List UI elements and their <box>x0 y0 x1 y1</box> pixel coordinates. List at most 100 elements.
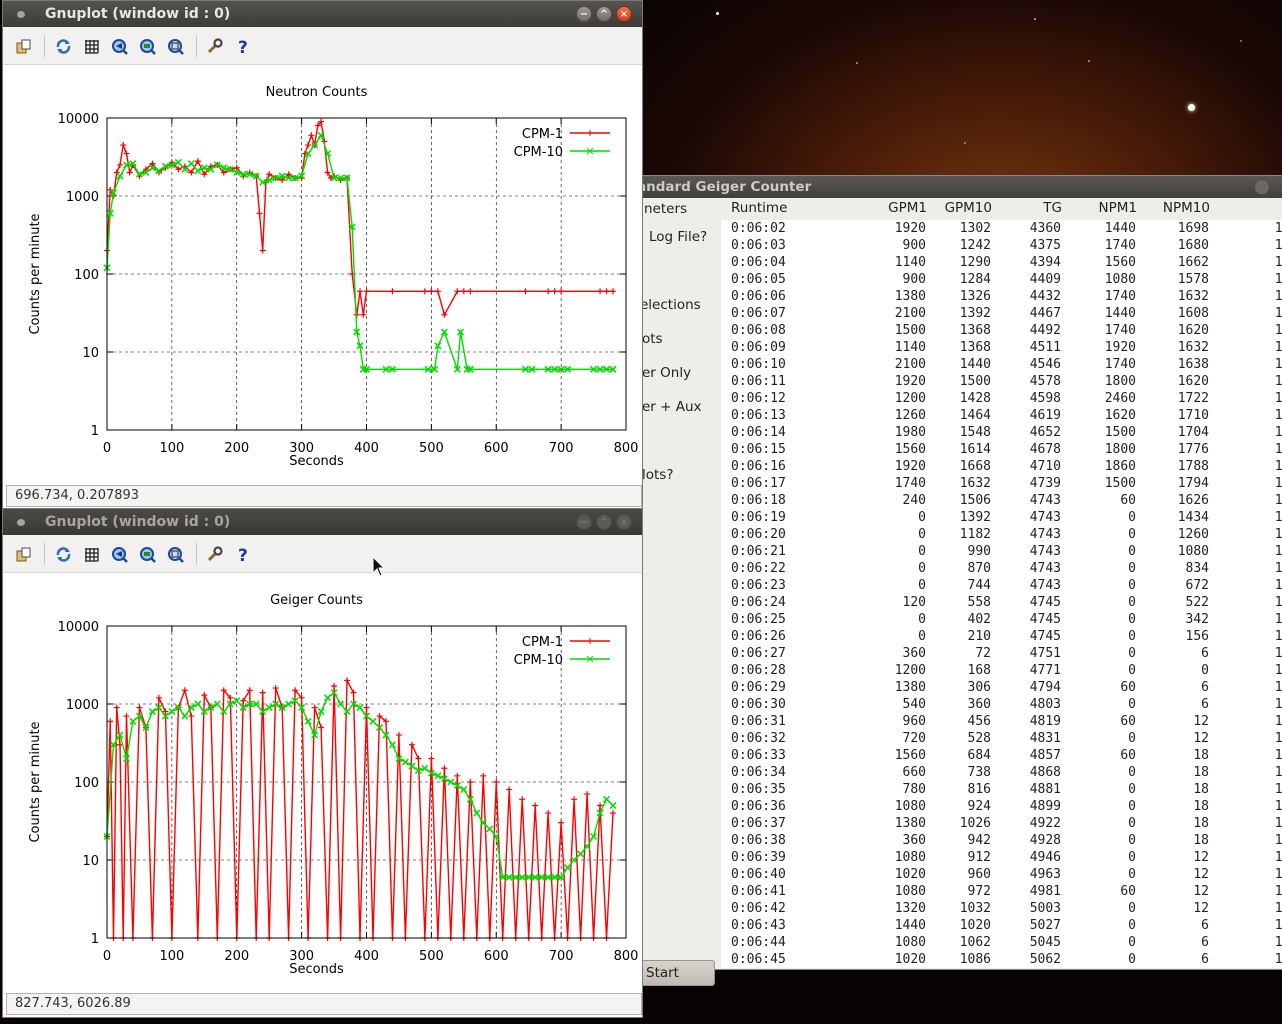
data-point <box>551 288 558 295</box>
table-row[interactable]: 0:06:17 1740 1632 4739 1500 1794 1508 <box>721 476 1282 493</box>
zoom-prev-icon[interactable] <box>111 546 128 563</box>
table-row[interactable]: 0:06:20 0 1182 4743 0 1260 1508 <box>721 527 1282 544</box>
table-row[interactable]: 0:06:28 1200 168 4771 0 0 1508 <box>721 663 1282 680</box>
grid-icon[interactable] <box>83 38 100 55</box>
column-header-gpm1[interactable]: GPM1 <box>888 200 927 216</box>
zoom-prev-icon[interactable] <box>111 38 128 55</box>
window-close-icon[interactable] <box>1254 179 1270 195</box>
help-icon[interactable]: ? <box>234 38 251 55</box>
grid-icon[interactable] <box>83 546 100 563</box>
table-cell: 2100 <box>894 306 926 321</box>
table-row[interactable]: 0:06:05 900 1284 4409 1080 1578 1472 <box>721 272 1282 289</box>
table-row[interactable]: 0:06:03 900 1242 4375 1740 1680 1468 <box>721 238 1282 255</box>
table-row[interactable]: 0:06:43 1440 1020 5027 0 6 1508 <box>721 918 1282 935</box>
geiger-counts-plot[interactable]: 0 100 200 300 400 500 600 700 800 1 10 100 1000 10000… <box>3 573 642 983</box>
table-row[interactable]: 0:06:29 1380 306 4794 60 6 1508 <box>721 680 1282 697</box>
column-header-tg[interactable]: TG <box>1043 200 1062 216</box>
table-row[interactable]: 0:06:35 780 816 4881 0 18 1508 <box>721 782 1282 799</box>
table-row[interactable]: 0:06:21 0 990 4743 0 1080 1508 <box>721 544 1282 561</box>
table-row[interactable]: 0:06:36 1080 924 4899 0 18 1508 <box>721 799 1282 816</box>
window-menu-icon[interactable] <box>17 11 25 18</box>
table-row[interactable]: 0:06:09 1140 1368 4511 1920 1632 1484 <box>721 340 1282 357</box>
table-row[interactable]: 0:06:33 1560 684 4857 60 18 1508 <box>721 748 1282 765</box>
table-row[interactable]: 0:06:45 1020 1086 5062 0 6 1508 <box>721 952 1282 969</box>
table-row[interactable]: 0:06:26 0 210 4745 0 156 1508 <box>721 629 1282 646</box>
table-row[interactable]: 0:06:11 1920 1500 4578 1800 1620 1490 <box>721 374 1282 391</box>
table-row[interactable]: 0:06:14 1980 1548 4652 1500 1704 1499 <box>721 425 1282 442</box>
window-menu-icon[interactable] <box>17 519 25 526</box>
table-cell: 1302 <box>959 221 991 236</box>
option-plots[interactable]: ots <box>642 331 663 347</box>
table-cell: 12 <box>1193 901 1209 916</box>
table-cell: 4739 <box>1029 476 1061 491</box>
table-row[interactable]: 0:06:25 0 402 4745 0 342 1508 <box>721 612 1282 629</box>
maximize-icon[interactable]: ^ <box>596 6 612 22</box>
table-row[interactable]: 0:06:44 1080 1062 5045 0 6 1508 <box>721 935 1282 952</box>
column-header-npm10[interactable]: NPM10 <box>1163 200 1210 216</box>
data-point <box>519 796 526 803</box>
gnuplot-titlebar[interactable]: Gnuplot (window id : 0) − ^ × <box>3 1 642 27</box>
table-row[interactable]: 0:06:32 720 528 4831 0 12 1508 <box>721 731 1282 748</box>
minimize-icon[interactable]: − <box>576 514 592 530</box>
option-show-plots[interactable]: lots? <box>642 467 674 483</box>
copy-clipboard-icon[interactable] <box>15 546 32 563</box>
table-row[interactable]: 0:06:06 1380 1326 4432 1740 1632 1475 <box>721 289 1282 306</box>
replot-icon[interactable] <box>55 546 72 563</box>
table-row[interactable]: 0:06:23 0 744 4743 0 672 1508 <box>721 578 1282 595</box>
table-row[interactable]: 0:06:37 1380 1026 4922 0 18 1508 <box>721 816 1282 833</box>
table-row[interactable]: 0:06:10 2100 1440 4546 1740 1638 1487 <box>721 357 1282 374</box>
options-icon[interactable] <box>206 38 223 55</box>
table-cell: 0 <box>1128 731 1136 746</box>
table-row[interactable]: 0:06:04 1140 1290 4394 1560 1662 1471 <box>721 255 1282 272</box>
start-button[interactable]: Start <box>635 960 715 986</box>
table-cell: 1499 <box>1274 425 1282 440</box>
table-cell: 1290 <box>959 255 991 270</box>
unzoom-icon[interactable] <box>167 546 184 563</box>
close-icon[interactable]: × <box>616 6 632 22</box>
copy-clipboard-icon[interactable] <box>15 38 32 55</box>
option-parameters[interactable]: neters <box>644 201 687 217</box>
table-row[interactable]: 0:06:24 120 558 4745 0 522 1508 <box>721 595 1282 612</box>
option-geiger-only[interactable]: er Only <box>642 365 691 381</box>
table-cell: 1284 <box>959 272 991 287</box>
table-row[interactable]: 0:06:08 1500 1368 4492 1740 1620 1481 <box>721 323 1282 340</box>
table-row[interactable]: 0:06:22 0 870 4743 0 834 1508 <box>721 561 1282 578</box>
table-row[interactable]: 0:06:39 1080 912 4946 0 12 1508 <box>721 850 1282 867</box>
unzoom-icon[interactable] <box>167 38 184 55</box>
table-row[interactable]: 0:06:31 960 456 4819 60 12 1508 <box>721 714 1282 731</box>
geiger-window-titlebar[interactable]: andard Geiger Counter <box>621 176 1282 198</box>
maximize-icon[interactable]: ^ <box>596 514 612 530</box>
table-row[interactable]: 0:06:42 1320 1032 5003 0 12 1508 <box>721 901 1282 918</box>
readings-table[interactable]: 0:06:02 1920 1302 4360 1440 1698 1465 0:06:03 90… <box>721 220 1282 968</box>
options-icon[interactable] <box>206 546 223 563</box>
column-header-runtime[interactable]: Runtime <box>731 200 787 216</box>
table-row[interactable]: 0:06:41 1080 972 4981 60 12 1508 <box>721 884 1282 901</box>
minimize-icon[interactable]: − <box>576 6 592 22</box>
replot-icon[interactable] <box>55 38 72 55</box>
neutron-counts-plot[interactable]: 0 100 200 300 400 500 600 700 800 1 10 100 1000 10000… <box>3 65 642 475</box>
table-row[interactable]: 0:06:02 1920 1302 4360 1440 1698 1465 <box>721 221 1282 238</box>
table-row[interactable]: 0:06:30 540 360 4803 0 6 1508 <box>721 697 1282 714</box>
option-selections[interactable]: elections <box>640 297 701 313</box>
table-row[interactable]: 0:06:40 1020 960 4963 0 12 1508 <box>721 867 1282 884</box>
column-header-gpm10[interactable]: GPM10 <box>945 200 992 216</box>
table-row[interactable]: 0:06:18 240 1506 4743 60 1626 1508 <box>721 493 1282 510</box>
table-row[interactable]: 0:06:16 1920 1668 4710 1860 1788 1505 <box>721 459 1282 476</box>
table-row[interactable]: 0:06:13 1260 1464 4619 1620 1710 1496 <box>721 408 1282 425</box>
help-icon[interactable]: ? <box>234 546 251 563</box>
table-row[interactable]: 0:06:15 1560 1614 4678 1800 1776 1502 <box>721 442 1282 459</box>
table-row[interactable]: 0:06:07 2100 1392 4467 1440 1608 1478 <box>721 306 1282 323</box>
column-header-npm1[interactable]: NPM1 <box>1099 200 1137 216</box>
table-row[interactable]: 0:06:19 0 1392 4743 0 1434 1508 <box>721 510 1282 527</box>
option-log-file[interactable]: Log File? <box>649 229 707 245</box>
table-row[interactable]: 0:06:38 360 942 4928 0 18 1508 <box>721 833 1282 850</box>
close-icon[interactable]: × <box>616 514 632 530</box>
zoom-next-icon[interactable] <box>139 546 156 563</box>
table-row[interactable]: 0:06:34 660 738 4868 0 18 1508 <box>721 765 1282 782</box>
gnuplot-titlebar[interactable]: Gnuplot (window id : 0) − ^ × <box>3 509 642 535</box>
table-row[interactable]: 0:06:27 360 72 4751 0 6 1508 <box>721 646 1282 663</box>
zoom-next-icon[interactable] <box>139 38 156 55</box>
table-row[interactable]: 0:06:12 1200 1428 4598 2460 1722 1494 <box>721 391 1282 408</box>
option-geiger-aux[interactable]: er + Aux <box>642 399 702 415</box>
table-cell: 18 <box>1193 782 1209 797</box>
